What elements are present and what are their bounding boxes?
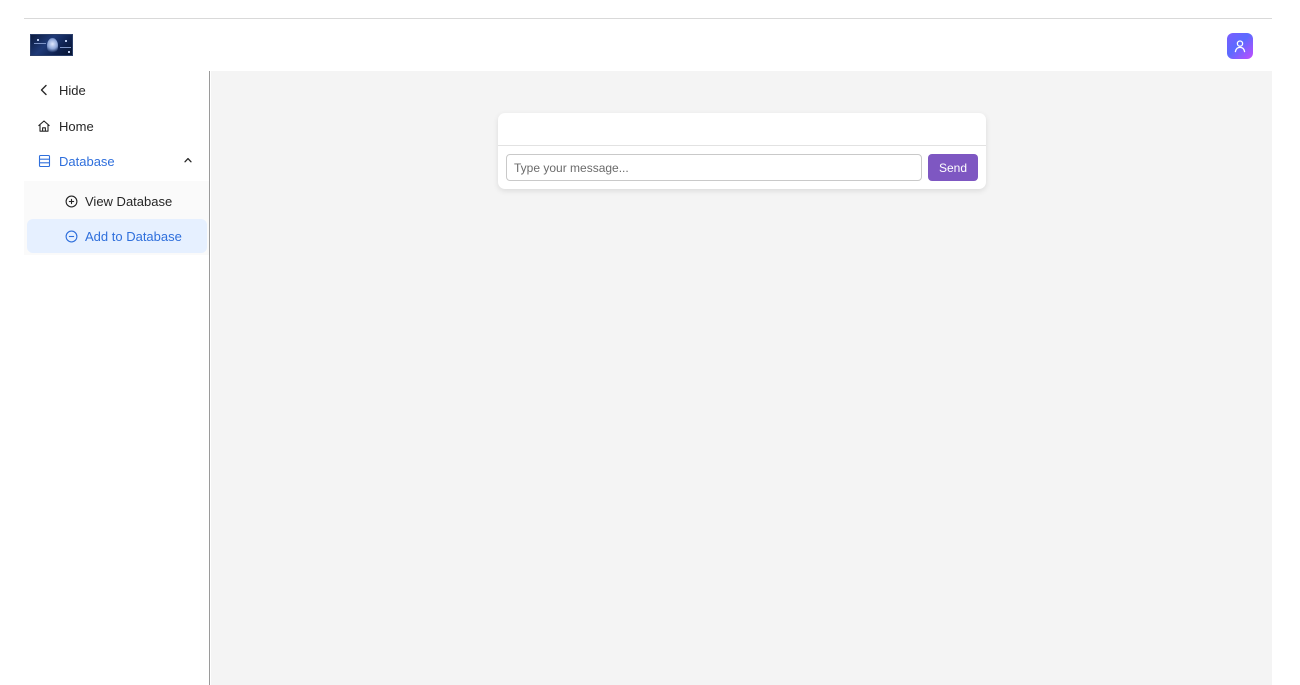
- send-button[interactable]: Send: [928, 154, 978, 181]
- top-bar: [24, 19, 1272, 71]
- chat-message-input[interactable]: [506, 154, 922, 181]
- database-submenu: View Database Add to Database: [24, 181, 209, 255]
- chat-messages-area: [498, 113, 986, 146]
- chat-card: Send: [498, 113, 986, 189]
- sidebar-item-add-to-database[interactable]: Add to Database: [27, 219, 207, 253]
- chevron-up-icon: [184, 157, 192, 163]
- chevron-left-icon: [36, 82, 52, 98]
- logo-image[interactable]: [30, 34, 73, 56]
- logo-line: [34, 43, 46, 44]
- home-icon: [36, 118, 52, 134]
- main-content: Send: [211, 71, 1272, 685]
- logo-dot: [37, 39, 39, 41]
- sidebar-item-label: Home: [59, 118, 94, 134]
- sidebar-subitem-label: Add to Database: [85, 228, 182, 244]
- hide-sidebar-button[interactable]: Hide: [24, 73, 209, 107]
- database-icon: [36, 153, 52, 169]
- logo-dot: [65, 40, 67, 42]
- sidebar-subitem-label: View Database: [85, 193, 173, 209]
- sidebar-item-database[interactable]: Database: [24, 144, 209, 178]
- app-frame: Hide Home Database View Database Add to …: [24, 18, 1272, 685]
- user-avatar-button[interactable]: [1227, 33, 1253, 59]
- sidebar: Hide Home Database View Database Add to …: [24, 71, 210, 685]
- sidebar-item-view-database[interactable]: View Database: [27, 184, 207, 218]
- hide-label: Hide: [59, 82, 86, 98]
- logo-line: [60, 47, 71, 48]
- plus-circle-icon: [64, 194, 78, 208]
- logo-glow: [47, 38, 58, 53]
- minus-circle-icon: [64, 229, 78, 243]
- sidebar-item-home[interactable]: Home: [24, 109, 209, 143]
- user-icon: [1234, 40, 1246, 53]
- logo-dot: [68, 51, 70, 53]
- sidebar-item-label: Database: [59, 153, 115, 169]
